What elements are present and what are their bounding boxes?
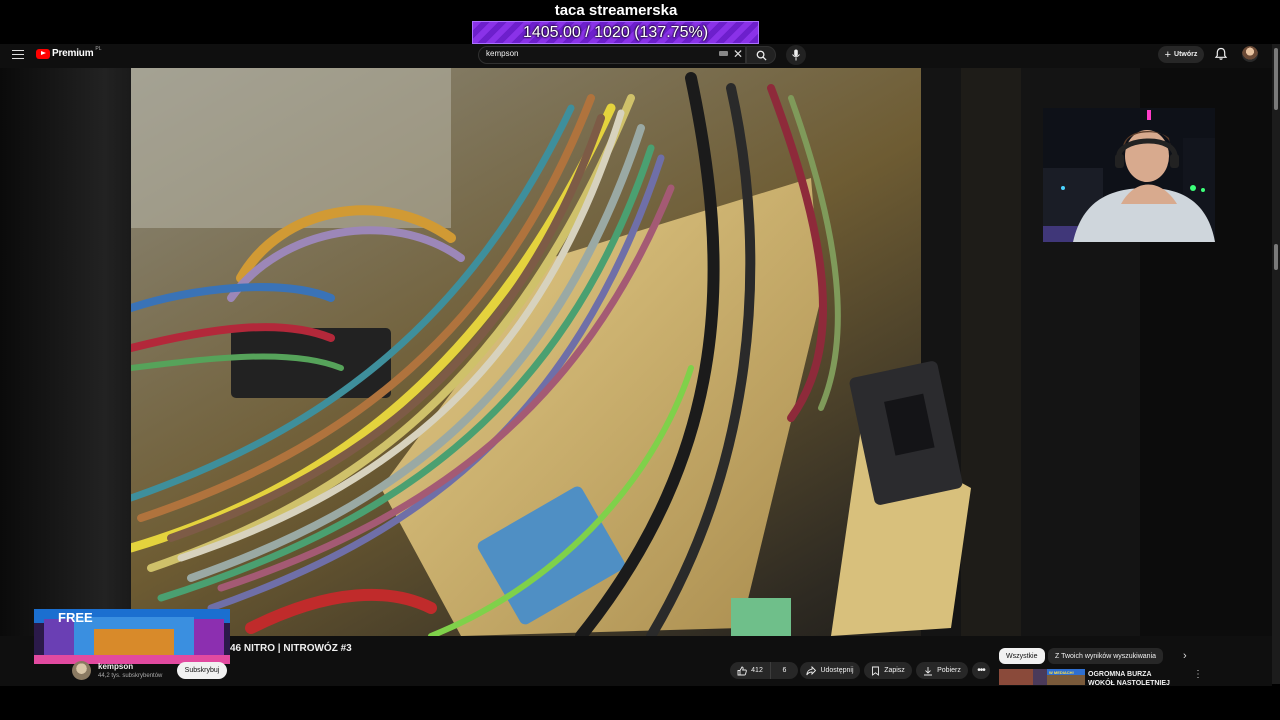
video-player[interactable]: [131, 68, 1140, 636]
chip-from-search[interactable]: Z Twoich wyników wyszukiwania: [1048, 648, 1164, 664]
promo-thumbnail: FREE: [34, 609, 230, 664]
save-button[interactable]: Zapisz: [864, 662, 912, 679]
mic-icon: [792, 49, 800, 61]
create-button[interactable]: + Utwórz: [1158, 46, 1204, 63]
more-vert-icon[interactable]: ⋮: [1193, 669, 1203, 680]
save-label: Zapisz: [884, 667, 905, 674]
scrollbar-thumb[interactable]: [1274, 48, 1278, 110]
recommendation-thumbnail[interactable]: W MEDIACH!: [999, 669, 1085, 685]
download-label: Pobierz: [937, 667, 961, 674]
scrollbar-track[interactable]: [1272, 44, 1280, 684]
bookmark-icon: [872, 666, 880, 676]
recommendation-thumbnail-image: W MEDIACH!: [999, 669, 1085, 685]
player-left-background: [0, 68, 131, 636]
channel-name[interactable]: kempson: [98, 662, 133, 671]
chip-all[interactable]: Wszystkie: [999, 648, 1045, 664]
logo-text: Premium: [52, 48, 94, 59]
overlay-title: taca streamerska: [554, 2, 678, 19]
search-icon: [756, 50, 767, 61]
promo-image: FREE: [34, 609, 230, 664]
streamer-webcam: [1043, 108, 1215, 242]
share-button[interactable]: Udostępnij: [800, 662, 860, 679]
progress-text: 1405.00 / 1020 (137.75%): [522, 23, 709, 41]
chevron-right-icon[interactable]: ›: [1183, 650, 1187, 662]
logo-country: PL: [95, 45, 102, 52]
download-icon: [924, 666, 933, 675]
dislike-button[interactable]: 6: [770, 662, 798, 679]
search-button[interactable]: [746, 46, 776, 64]
bell-icon[interactable]: [1214, 47, 1228, 61]
youtube-premium-logo[interactable]: Premium PL: [36, 45, 102, 59]
hamburger-icon[interactable]: [12, 47, 24, 61]
share-label: Udostępnij: [820, 667, 854, 674]
video-frame: [131, 68, 1140, 636]
user-avatar[interactable]: [1242, 46, 1258, 62]
like-count: 412: [751, 667, 763, 674]
promo-label: FREE: [58, 610, 93, 625]
recommendation-thumbnail-label: W MEDIACH!: [1049, 670, 1074, 675]
donation-progress-bar: 1405.00 / 1020 (137.75%): [472, 21, 759, 44]
thumbs-up-icon: [737, 666, 747, 675]
search-query[interactable]: kempson: [486, 49, 518, 58]
bottom-margin: [0, 686, 1280, 720]
voice-search-button[interactable]: [786, 45, 806, 65]
keyboard-icon[interactable]: [719, 51, 728, 56]
download-button[interactable]: Pobierz: [916, 662, 968, 679]
video-title: 46 NITRO | NITROWÓZ #3: [230, 643, 352, 654]
secondary-scrollbar-thumb[interactable]: [1274, 244, 1278, 270]
close-icon[interactable]: ✕: [733, 47, 743, 61]
webcam-image: [1043, 108, 1215, 242]
share-icon: [806, 665, 817, 675]
youtube-logo-icon: [36, 48, 50, 59]
subscribe-button[interactable]: Subskrybuj: [177, 662, 227, 679]
channel-subscribers: 44,2 tys. subskrybentów: [98, 673, 163, 679]
channel-avatar[interactable]: [72, 661, 91, 680]
create-label: Utwórz: [1174, 51, 1198, 58]
plus-icon: +: [1164, 48, 1172, 61]
more-actions-button[interactable]: •••: [972, 662, 990, 679]
dislike-count: 6: [782, 667, 787, 674]
like-button[interactable]: 412: [730, 662, 770, 679]
recommendation-title[interactable]: OGROMNA BURZA WOKÓŁ NASTOLETNIEJ: [1088, 670, 1180, 685]
